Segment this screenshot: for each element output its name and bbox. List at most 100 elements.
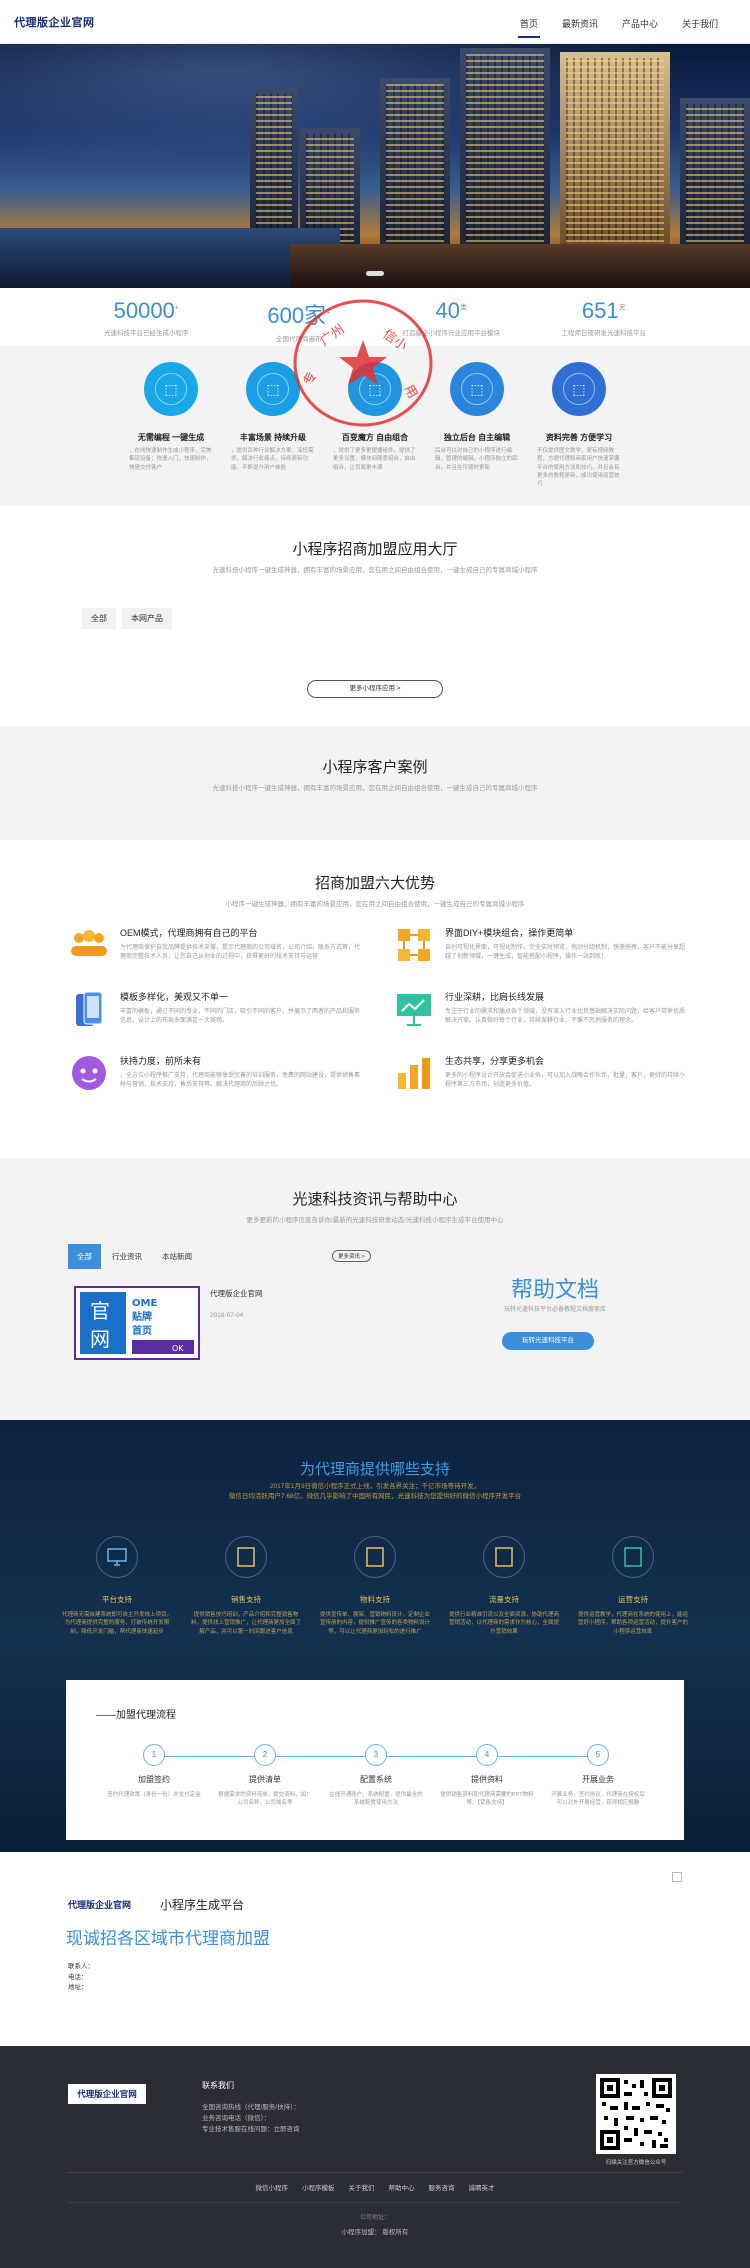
tab-all[interactable]: 全部 <box>82 608 116 629</box>
mobile-template-icon <box>68 988 110 1030</box>
hero-banner[interactable] <box>0 44 750 288</box>
tab-all-news[interactable]: 全部 <box>68 1244 101 1269</box>
help-docs-title: 帮助文档 <box>510 1277 599 1302</box>
stat-number: 651 <box>581 298 619 323</box>
advantage-item: 生态共享，分享更多机会 更多的小程序设计开放会促进小业务，可以加入战略合作伙伴，… <box>393 1052 688 1094</box>
advantage-title: 生态共享，分享更多机会 <box>445 1056 545 1066</box>
feature-card[interactable]: ⬚ 丰富场景 持续升级 ，提供百种行业解决方案，深挖需求，解决行业痛点，持续更新… <box>228 362 318 506</box>
footer-link[interactable]: 微信小程序 <box>256 2182 289 2192</box>
footer-link[interactable]: 小程序模板 <box>302 2182 335 2192</box>
stat-unit: + <box>174 304 179 312</box>
chart-card-icon <box>225 1536 267 1578</box>
hero-building <box>680 98 750 248</box>
process-step: 5 开展业务 开展业务，签约协议，代理商在授权后可以对外开展经营，获得相应报酬 <box>550 1744 646 1808</box>
nav-home[interactable]: 首页 <box>508 0 550 44</box>
footer-address: 公司地址： <box>359 2215 390 2221</box>
hero-building <box>460 48 550 248</box>
agent-subtitle-line: 微信日均活跃用户7.68亿，微信几乎影响了中国所有网民，光速科技为您提供好的微信… <box>228 1493 522 1501</box>
feature-icon: ⬚ <box>450 362 504 416</box>
footer-contact-line[interactable]: 专业技术售服在线问题：立即咨询 <box>202 2124 300 2135</box>
step-number: 4 <box>476 1744 498 1766</box>
nav-news[interactable]: 最新资讯 <box>550 0 610 44</box>
help-docs-button[interactable]: 玩转光速科技平台 <box>502 1332 594 1350</box>
advantage-title: 扶持力度，前所未有 <box>120 1056 202 1066</box>
support-item: 物料支持 提供宣传单、展架、营销物料设计，定制企业宣传册的内容，提供推广宣传的各… <box>320 1536 430 1636</box>
news-thumb-badge: OK <box>172 1344 184 1353</box>
more-apps-button[interactable]: 更多小程序应用 > <box>307 680 443 698</box>
feature-icon: ⬚ <box>552 362 606 416</box>
footer-divider <box>68 2202 682 2203</box>
app-hall-title: 小程序招商加盟应用大厅 <box>292 541 458 558</box>
agent-support-title: 为代理商提供哪些支持 <box>299 1461 450 1478</box>
site-logo[interactable]: 代理版企业官网 <box>14 14 95 30</box>
cases-subtitle: 光速科技小程序一键生成神器，拥有丰富的场景应用，您在用之间自由组合使用，一键生成… <box>212 785 538 792</box>
footer-link[interactable]: 诚聘英才 <box>469 2182 495 2192</box>
footer-divider <box>68 2172 682 2173</box>
support-description: 提供行业精准引流以及全面资源，协助代理商营销活动，以代理商的需求作为核心，全面提… <box>449 1612 560 1635</box>
users-icon <box>68 924 110 966</box>
feature-title: 无需编程 一键生成 <box>137 433 205 442</box>
qr-caption: 扫描关注官方微信公众号 <box>605 2160 667 2166</box>
feature-card[interactable]: ⬚ 独立后台 自主编辑 后台可以对自己的小程序进行编辑，管理的编辑，小程序独立的… <box>432 362 522 506</box>
presentation-icon <box>393 988 435 1030</box>
support-item: 平台支持 代理商无需自建系统即可自主开发线上项目，为代理商提供完整的服务，打破传… <box>62 1536 172 1636</box>
feature-title: 丰富场景 持续升级 <box>239 433 307 442</box>
recruit-title: 现诚招各区域市代理商加盟 <box>66 1929 270 1948</box>
step-description: 开展业务，签约协议，代理商在授权后可以对外开展经营，获得相应报酬 <box>551 1792 645 1807</box>
footer-contact-line: 业务咨询电话（微信）： <box>202 2115 271 2123</box>
advantage-description: 为代理商保护自我品牌提供技术支撑，提示代理商的公司域名，公司介绍，联系方式等，代… <box>120 945 361 961</box>
feature-row: ⬚ 无需编程 一键生成 ，在线快速制作生成小程序，完美集现设备；快速入门，快速制… <box>0 346 750 506</box>
feature-description: ，提供百种行业解决方案，深挖需求，解决行业痛点，持续更新功能，不断提升用户体验 <box>231 448 314 471</box>
recruit-logo: 代理版企业官网 <box>68 1900 132 1910</box>
stats-bar: 50000+ 光速科技平台已经生成小程序 600家+ 全国代理商遍布 40类 打… <box>0 288 750 346</box>
join-process-card: ——加盟代理流程 1 加盟签约 签约代理政策（身份一份）并支付定金 2 提供清单… <box>66 1680 684 1840</box>
news-subtitle: 更多更新的小程序信息告诉你/最新的光速科技研发动态/光速科技小程序生成平台使用中… <box>246 1217 504 1224</box>
advantage-item: 模板多样化，美观又不单一 丰富的模板，通过不同的专业，不同的门店，吸引不同的客户… <box>68 988 363 1030</box>
broken-image-placeholder <box>672 1872 682 1882</box>
feature-card[interactable]: ⬚ 资料完善 方便学习 不仅提供图文教学，更有视频教程，方便代理和商家用户快速掌… <box>534 362 624 506</box>
tab-industry-news[interactable]: 行业资讯 <box>103 1244 151 1269</box>
tab-own-products[interactable]: 本网产品 <box>122 608 172 629</box>
carousel-indicator[interactable] <box>366 271 384 276</box>
process-step: 2 提供清单 根据需求的资料清单，提交资料，如：公司名称，公司域名等 <box>217 1744 313 1808</box>
advantage-description: 丰富的模板，通过不同的专业，不同的门店，吸引不同的客户，并展示了两者的产品和服务… <box>120 1009 361 1025</box>
support-title: 物料支持 <box>360 1595 390 1604</box>
step-number: 1 <box>143 1744 165 1766</box>
support-description: 提供运营教学，代理商在系统的使用上，能运营好小程序，帮助各项运营活动，提升客户的… <box>578 1612 689 1635</box>
modules-icon <box>393 924 435 966</box>
footer-logo[interactable]: 代理版企业官网 <box>68 2084 146 2104</box>
advantage-item: OEM模式，代理商拥有自己的平台 为代理商保护自我品牌提供技术支撑，提示代理商的… <box>68 924 363 966</box>
step-title: 提供资料 <box>471 1775 503 1784</box>
nav-products[interactable]: 产品中心 <box>610 0 670 44</box>
tab-site-news[interactable]: 本站新闻 <box>153 1244 201 1269</box>
advantage-title: 行业深耕，比肩长线发展 <box>445 992 545 1002</box>
more-news-button[interactable]: 更多资讯 > <box>332 1250 371 1262</box>
footer-link[interactable]: 服务咨询 <box>429 2182 455 2192</box>
footer-link[interactable]: 帮助中心 <box>389 2182 415 2192</box>
step-description: 签约代理政策（身份一份）并支付定金 <box>107 1792 201 1798</box>
feature-title: 资料完善 方便学习 <box>545 433 613 442</box>
stat-number: 40 <box>435 298 460 323</box>
support-description: 提供宣传单、展架、营销物料设计，定制企业宣传册的内容，提供推广宣传的各类物料设计… <box>320 1612 431 1635</box>
feature-icon: ⬚ <box>144 362 198 416</box>
footer-link[interactable]: 关于我们 <box>349 2182 375 2192</box>
news-thumbnail[interactable]: 官 网 OME 贴牌 首页 OK <box>74 1286 200 1360</box>
process-steps: 1 加盟签约 签约代理政策（身份一份）并支付定金 2 提供清单 根据需求的资料清… <box>106 1744 646 1808</box>
stat-number: 50000 <box>113 298 175 323</box>
feature-card[interactable]: ⬚ 无需编程 一键生成 ，在线快速制作生成小程序，完美集现设备；快速入门，快速制… <box>126 362 216 506</box>
cases-title: 小程序客户案例 <box>322 759 428 776</box>
process-step: 1 加盟签约 签约代理政策（身份一份）并支付定金 <box>106 1744 202 1808</box>
stat-item: 600家+ 全国代理商遍布 <box>229 288 369 346</box>
stat-description: 光速科技平台已经生成小程序 <box>104 330 189 337</box>
support-description: 代理商无需自建系统即可自主开发线上项目，为代理商提供完整的服务，打破传统开发限制… <box>62 1612 173 1635</box>
news-card-title[interactable]: 代理版企业官网 <box>210 1288 263 1299</box>
hero-water <box>0 228 340 288</box>
app-hall-tabs: 全部 本网产品 <box>82 608 172 629</box>
nav-about[interactable]: 关于我们 <box>670 0 730 44</box>
news-title: 光速科技资讯与帮助中心 <box>292 1191 458 1208</box>
support-title: 流量支持 <box>489 1595 519 1604</box>
feature-card[interactable]: ⬚ 百变魔方 自由组合 ，提供了更多更便捷组件，提供了更多设置，模块间随意组合，… <box>330 362 420 506</box>
feature-icon: ⬚ <box>246 362 300 416</box>
step-description: 在线开通账户，系统配置，提供最全的系统配置使用方法 <box>329 1792 423 1807</box>
gear-icon <box>612 1536 654 1578</box>
